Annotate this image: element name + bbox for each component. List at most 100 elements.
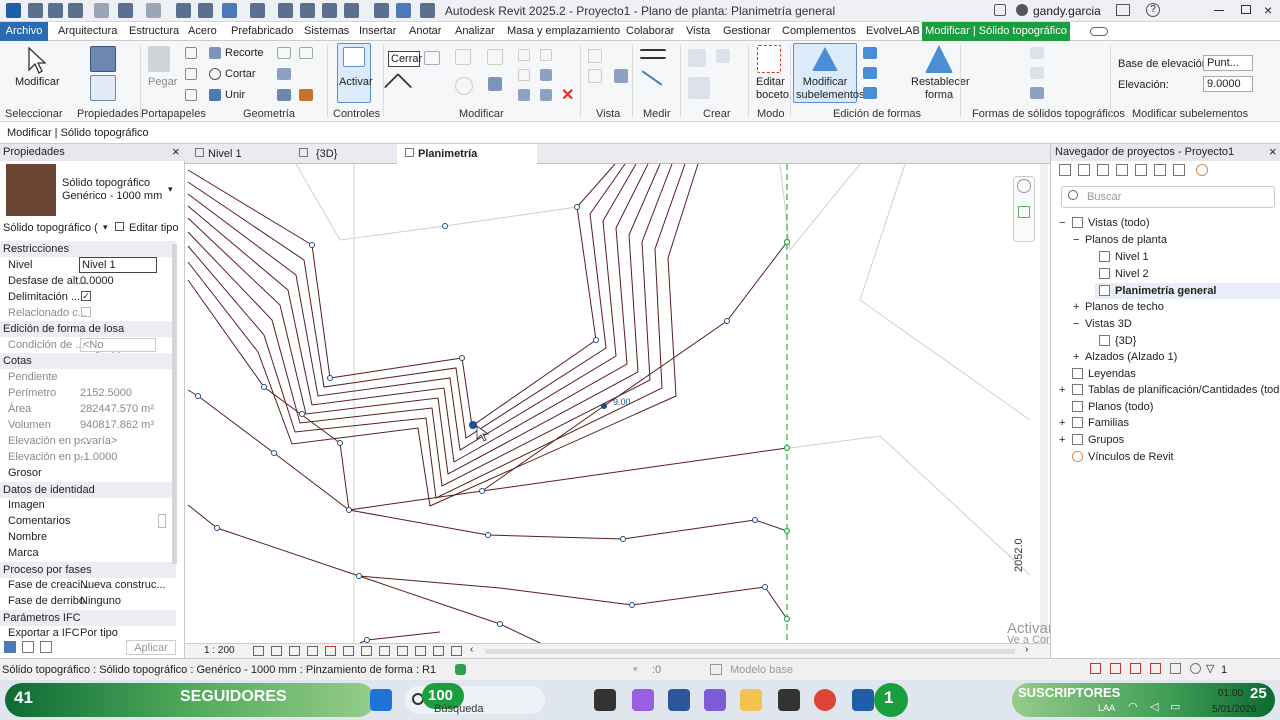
properties-scrollbar[interactable]: [172, 244, 177, 564]
section-ifc[interactable]: Parámetros IFC: [0, 610, 176, 626]
join-icon[interactable]: [209, 89, 221, 101]
vertical-scrollbar[interactable]: [1040, 164, 1048, 643]
menu-modificar-solido[interactable]: Modificar | Sólido topográfico: [922, 22, 1070, 41]
sun-path-icon[interactable]: [289, 646, 300, 656]
user-icon[interactable]: [1016, 4, 1028, 16]
maximize-icon[interactable]: [1241, 5, 1251, 14]
paint-icon[interactable]: [299, 89, 313, 101]
horizontal-scrollbar[interactable]: [485, 649, 1015, 654]
modificar-subelementos-button[interactable]: Modificar subelementos: [796, 76, 865, 102]
nav-tool-6-icon[interactable]: [1154, 164, 1166, 176]
shadows-icon[interactable]: [307, 646, 318, 656]
nav-tool-7-icon[interactable]: [1173, 164, 1185, 176]
editar-boceto-button[interactable]: Editar boceto: [756, 76, 789, 102]
chrome-icon[interactable]: [814, 689, 836, 711]
delete-icon[interactable]: ✕: [561, 85, 574, 105]
temp-properties-icon[interactable]: [415, 646, 426, 656]
collapse-icon[interactable]: −: [1073, 318, 1079, 330]
section-identidad[interactable]: Datos de identidad: [0, 482, 176, 498]
tab-3d[interactable]: {3D}: [291, 144, 391, 164]
nav-tool-5-icon[interactable]: [1135, 164, 1147, 176]
prop-exportar-value[interactable]: Por tipo: [80, 627, 118, 639]
view-tool-3-icon[interactable]: [614, 69, 628, 83]
toposolid-tool-3-icon[interactable]: [1030, 87, 1044, 99]
shape-points[interactable]: [195, 204, 768, 643]
unir-button[interactable]: Unir: [225, 89, 245, 101]
expand-icon[interactable]: +: [1073, 351, 1079, 363]
cerrar-tooltip[interactable]: Cerrar: [388, 51, 422, 67]
modify-tool-e-icon[interactable]: [518, 89, 530, 101]
expand-icon[interactable]: +: [1059, 434, 1065, 446]
expand-icon[interactable]: +: [1073, 301, 1079, 313]
volume-icon[interactable]: ◁: [1150, 700, 1158, 713]
menu-insertar[interactable]: Insertar: [359, 25, 396, 37]
menu-colaborar[interactable]: Colaborar: [626, 25, 674, 37]
tree-planos-todo[interactable]: Planos (todo): [1088, 401, 1153, 413]
menu-gestionar[interactable]: Gestionar: [723, 25, 771, 37]
help-icon[interactable]: ?: [1146, 3, 1160, 17]
type-name[interactable]: Sólido topográfico Genérico - 1000 mm: [62, 177, 162, 203]
show-crop-icon[interactable]: [343, 646, 354, 656]
comentarios-edit[interactable]: [158, 514, 166, 528]
menu-analizar[interactable]: Analizar: [455, 25, 495, 37]
ribbon-toggle-icon[interactable]: [1090, 27, 1108, 36]
tree-3d[interactable]: {3D}: [1115, 335, 1136, 347]
link-icon[interactable]: [1196, 164, 1208, 176]
select-by-face-icon[interactable]: [1150, 663, 1161, 674]
add-point-icon[interactable]: [863, 47, 877, 59]
nav-tool-3-icon[interactable]: [1097, 164, 1109, 176]
edit-type-button[interactable]: Editar tipo: [129, 222, 179, 234]
cut-clip-icon[interactable]: [185, 68, 197, 80]
recorte-button[interactable]: Recorte: [225, 47, 264, 59]
tree-vinculos[interactable]: Vínculos de Revit: [1088, 451, 1174, 463]
menu-arquitectura[interactable]: Arquitectura: [58, 25, 117, 37]
keyboard-language[interactable]: LAA: [1098, 703, 1115, 713]
menu-vista[interactable]: Vista: [686, 25, 710, 37]
type-properties-icon[interactable]: [90, 75, 116, 101]
battery-icon[interactable]: ▭: [1170, 700, 1180, 713]
aplicar-button[interactable]: Aplicar: [126, 640, 176, 655]
section-edicion[interactable]: Edición de forma de losa: [0, 321, 176, 337]
section-restricciones[interactable]: Restricciones: [0, 241, 176, 257]
tree-nivel-1[interactable]: Nivel 1: [1115, 251, 1149, 263]
menu-estructura[interactable]: Estructura: [129, 25, 179, 37]
tree-leyendas[interactable]: Leyendas: [1088, 368, 1136, 380]
menu-sistemas[interactable]: Sistemas: [304, 25, 349, 37]
cope-icon[interactable]: [209, 47, 221, 59]
aligned-dim-icon[interactable]: [640, 49, 666, 59]
geometry-tool-1-icon[interactable]: [277, 47, 291, 59]
clock-date[interactable]: 5/01/2026: [1212, 704, 1257, 715]
select-links-icon[interactable]: [1090, 663, 1101, 674]
design-option-icon[interactable]: [710, 664, 722, 675]
hover-point[interactable]: [469, 421, 477, 429]
instance-selector[interactable]: Sólido topográfico (: [3, 222, 98, 234]
tree-familias[interactable]: Familias: [1088, 417, 1129, 429]
lock-view-icon[interactable]: [361, 646, 372, 656]
move-icon[interactable]: [383, 72, 413, 102]
add-split-line-icon[interactable]: [863, 67, 877, 79]
expand-icon[interactable]: +: [1059, 384, 1065, 396]
copy-icon[interactable]: [185, 47, 197, 59]
geometry-tool-3-icon[interactable]: [277, 68, 291, 80]
analytical-icon[interactable]: [451, 646, 462, 656]
group-seleccionar[interactable]: Seleccionar: [5, 108, 62, 120]
close-icon[interactable]: ×: [172, 144, 180, 159]
view-scale[interactable]: 1 : 200: [204, 645, 235, 656]
cart-icon[interactable]: [1116, 4, 1130, 16]
prop-desfase-value[interactable]: 0.0000: [80, 275, 114, 287]
menu-evolvelab[interactable]: EvolveLAB: [866, 25, 920, 37]
base-elevacion-select[interactable]: Punt...: [1203, 55, 1253, 71]
status-sync-icon[interactable]: [455, 664, 466, 675]
tree-vistas-todo[interactable]: Vistas (todo): [1088, 217, 1150, 229]
menu-anotar[interactable]: Anotar: [409, 25, 441, 37]
offset-icon[interactable]: [424, 51, 440, 65]
point-elevation-label[interactable]: 9.00: [613, 397, 631, 407]
collapse-icon[interactable]: −: [1073, 234, 1079, 246]
background-process-icon[interactable]: [1190, 663, 1201, 674]
modify-tool-f-icon[interactable]: [540, 89, 552, 101]
select-pinned-icon[interactable]: [1130, 663, 1141, 674]
tree-vistas-3d[interactable]: Vistas 3D: [1085, 318, 1132, 330]
topo-drawing[interactable]: 9.00 2052.0: [185, 164, 1050, 643]
chevron-down-icon[interactable]: ▾: [168, 184, 173, 195]
filter-funnel-icon[interactable]: ▽: [1206, 662, 1214, 675]
